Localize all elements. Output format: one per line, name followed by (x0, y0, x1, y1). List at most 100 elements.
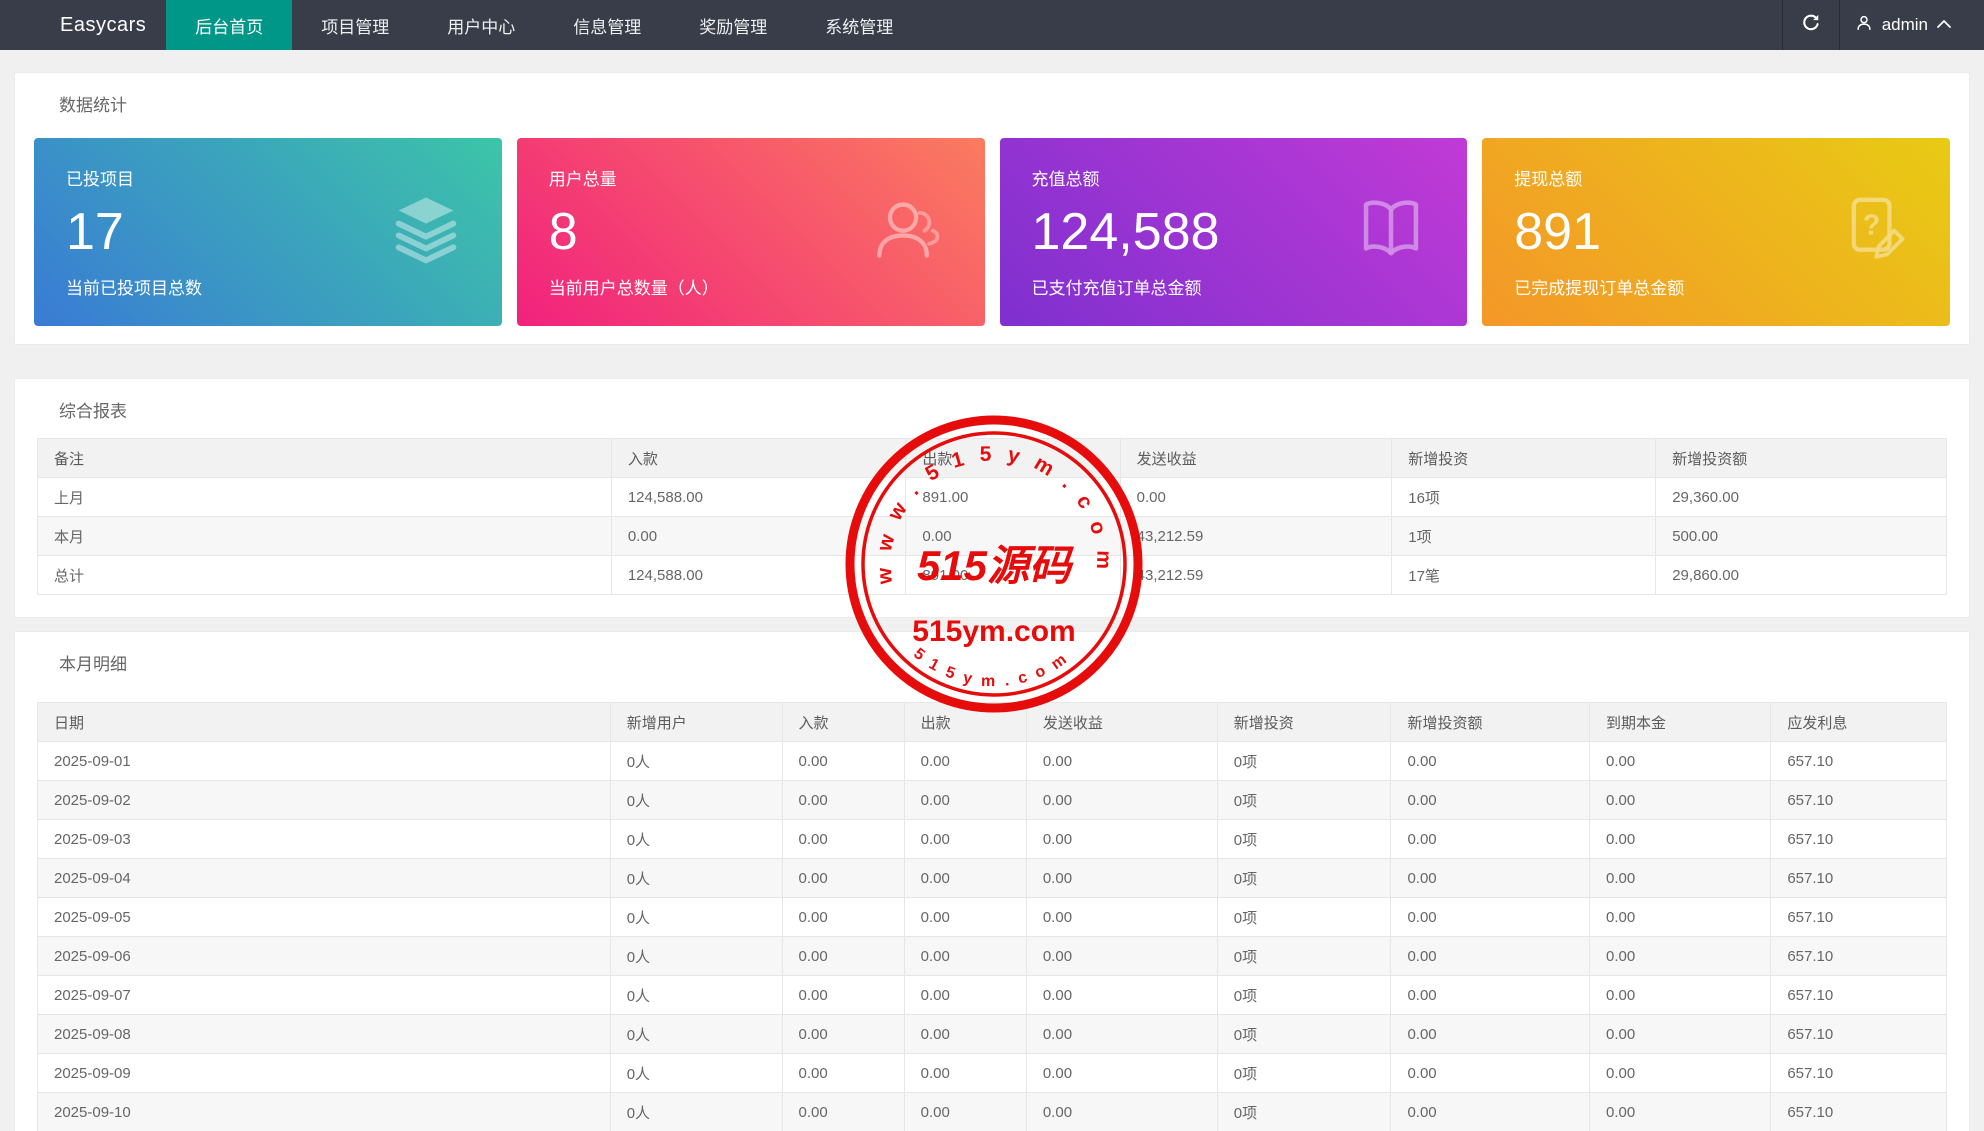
summary-report-table: 备注 入款 出款 发送收益 新增投资 新增投资额 上月 124,588.00 891.00 0.… (37, 438, 1947, 595)
nav-item-后台首页[interactable]: 后台首页 (166, 0, 293, 50)
refresh-button[interactable] (1783, 0, 1839, 50)
table-row: 2025-09-08 0人 0.00 0.00 0.00 0项 0.00 0.00 657.10 (37, 1014, 1947, 1054)
table-cell: 0.00 (781, 780, 905, 820)
nav-item-奖励管理[interactable]: 奖励管理 (670, 0, 796, 50)
table-cell: 0.00 (1025, 819, 1218, 859)
table-cell: 总计 (37, 555, 612, 595)
refresh-icon (1800, 12, 1822, 39)
table-cell: 0人 (609, 1053, 783, 1093)
column-header: 到期本金 (1588, 702, 1772, 742)
table-cell: 43,212.59 (1119, 516, 1393, 556)
user-name: admin (1881, 15, 1928, 34)
table-cell: 0.00 (1390, 1053, 1590, 1093)
column-header: 新增投资 (1391, 438, 1657, 478)
users-icon (871, 192, 947, 273)
table-cell: 0项 (1216, 1092, 1392, 1131)
column-header: 新增投资额 (1655, 438, 1947, 478)
top-navbar: Easycars 后台首页 项目管理 用户中心 信息管理 奖励管理 系统管理 admin (0, 0, 1984, 50)
table-cell: 0项 (1216, 858, 1392, 898)
nav-item-用户中心[interactable]: 用户中心 (418, 0, 544, 50)
table-cell: 0.00 (905, 516, 1121, 556)
table-cell: 0.00 (1025, 741, 1218, 781)
stat-cards-row: 已投项目 17 当前已投项目总数 用户总量 8 当前用户总数量（人） 充值总额 124,588… (15, 124, 1969, 344)
table-cell: 0.00 (1025, 780, 1218, 820)
table-cell: 0人 (609, 936, 783, 976)
table-row: 2025-09-02 0人 0.00 0.00 0.00 0项 0.00 0.00 657.10 (37, 780, 1947, 820)
month-detail-table: 日期 新增用户 入款 出款 发送收益 新增投资 新增投资额 到期本金 应发利息 2025-09-… (37, 702, 1947, 1131)
table-cell: 0人 (609, 1014, 783, 1054)
table-cell: 657.10 (1770, 897, 1947, 937)
table-cell: 0.00 (1390, 741, 1590, 781)
summary-report-title: 综合报表 (59, 402, 127, 421)
nav-item-系统管理[interactable]: 系统管理 (796, 0, 922, 50)
nav-item-信息管理[interactable]: 信息管理 (544, 0, 670, 50)
navbar-right: admin (1781, 0, 1984, 50)
table-cell: 0.00 (903, 936, 1027, 976)
table-row: 2025-09-07 0人 0.00 0.00 0.00 0项 0.00 0.00 657.10 (37, 975, 1947, 1015)
column-header: 入款 (781, 702, 905, 742)
summary-report-body: 备注 入款 出款 发送收益 新增投资 新增投资额 上月 124,588.00 891.00 0.… (15, 421, 1969, 617)
table-cell: 上月 (37, 477, 612, 517)
brand-logo: Easycars (60, 13, 147, 36)
column-header: 发送收益 (1119, 438, 1393, 478)
nav-item-项目管理[interactable]: 项目管理 (292, 0, 418, 50)
table-cell: 0.00 (1025, 897, 1218, 937)
table-cell: 0人 (609, 858, 783, 898)
table-header-row: 备注 入款 出款 发送收益 新增投资 新增投资额 (37, 438, 1947, 478)
table-cell: 0人 (609, 897, 783, 937)
table-cell: 0.00 (1025, 1053, 1218, 1093)
table-cell: 0.00 (1588, 1092, 1772, 1131)
table-cell: 0.00 (781, 858, 905, 898)
detail-table-body: 2025-09-01 0人 0.00 0.00 0.00 0项 0.00 0.00 657.10… (37, 741, 1947, 1131)
file-question-icon: ? (1836, 192, 1912, 273)
table-cell: 0人 (609, 1092, 783, 1131)
table-cell: 0.00 (1390, 819, 1590, 859)
table-cell: 0人 (609, 975, 783, 1015)
page-content: 数据统计 已投项目 17 当前已投项目总数 用户总量 8 当前用户总数量（人） 充值总额 12… (0, 50, 1984, 1131)
chevron-up-icon (1936, 15, 1952, 35)
table-cell: 0项 (1216, 897, 1392, 937)
table-cell: 2025-09-01 (37, 741, 611, 781)
summary-table-head: 备注 入款 出款 发送收益 新增投资 新增投资额 (37, 438, 1947, 478)
table-cell: 43,212.59 (1119, 555, 1393, 595)
table-cell: 0项 (1216, 936, 1392, 976)
table-cell: 0.00 (1390, 780, 1590, 820)
table-cell: 0.00 (610, 516, 907, 556)
table-row: 本月 0.00 0.00 43,212.59 1项 500.00 (37, 516, 1947, 556)
table-cell: 1项 (1391, 516, 1657, 556)
table-cell: 29,860.00 (1655, 555, 1947, 595)
table-cell: 891.00 (905, 555, 1121, 595)
stat-card: 用户总量 8 当前用户总数量（人） (516, 138, 985, 326)
table-cell: 0.00 (903, 780, 1027, 820)
table-row: 2025-09-03 0人 0.00 0.00 0.00 0项 0.00 0.00 657.10 (37, 819, 1947, 859)
stat-card-label: 用户总量 (548, 170, 617, 189)
column-header: 发送收益 (1025, 702, 1218, 742)
nav-menu: 后台首页 项目管理 用户中心 信息管理 奖励管理 系统管理 (166, 0, 922, 50)
table-cell: 0.00 (903, 858, 1027, 898)
column-header: 出款 (903, 702, 1027, 742)
table-row: 2025-09-10 0人 0.00 0.00 0.00 0项 0.00 0.00 657.10 (37, 1092, 1947, 1131)
table-cell: 2025-09-09 (37, 1053, 611, 1093)
layers-icon (388, 192, 464, 273)
table-cell: 0.00 (903, 975, 1027, 1015)
table-cell: 0.00 (1390, 1014, 1590, 1054)
table-row: 2025-09-05 0人 0.00 0.00 0.00 0项 0.00 0.00 657.10 (37, 897, 1947, 937)
table-cell: 0.00 (1025, 1014, 1218, 1054)
table-cell: 0.00 (1119, 477, 1393, 517)
user-menu[interactable]: admin (1840, 0, 1984, 50)
table-cell: 0人 (609, 780, 783, 820)
table-cell: 0项 (1216, 819, 1392, 859)
stat-card: 提现总额 891 已完成提现订单总金额? (1482, 138, 1950, 326)
table-cell: 0.00 (1390, 936, 1590, 976)
table-cell: 657.10 (1770, 819, 1947, 859)
table-cell: 0.00 (903, 897, 1027, 937)
table-cell: 657.10 (1770, 1092, 1947, 1131)
table-cell: 891.00 (905, 477, 1121, 517)
column-header: 应发利息 (1770, 702, 1947, 742)
table-cell: 0.00 (1025, 858, 1218, 898)
summary-table-body: 上月 124,588.00 891.00 0.00 16项 29,360.00 本月 0.00… (37, 477, 1947, 595)
table-cell: 0.00 (781, 936, 905, 976)
table-cell: 2025-09-07 (37, 975, 611, 1015)
table-row: 2025-09-06 0人 0.00 0.00 0.00 0项 0.00 0.00 657.10 (37, 936, 1947, 976)
table-cell: 2025-09-02 (37, 780, 611, 820)
